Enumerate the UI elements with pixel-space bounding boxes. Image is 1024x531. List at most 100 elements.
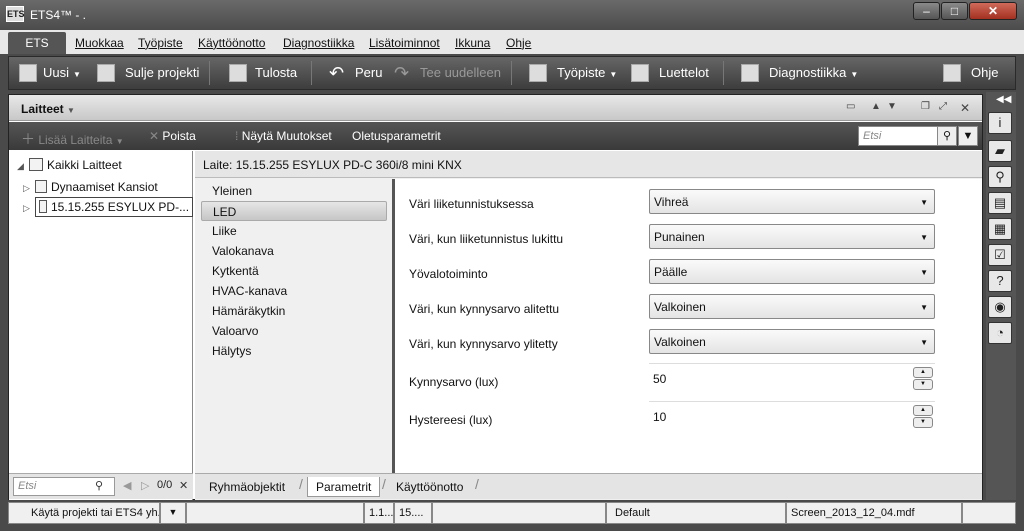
- param-dropdown[interactable]: Punainen ▼: [649, 224, 935, 249]
- search-icon[interactable]: ⚲: [988, 166, 1012, 188]
- record-icon[interactable]: ◉: [988, 296, 1012, 318]
- param-dropdown[interactable]: Valkoinen ▼: [649, 329, 935, 354]
- window-icon[interactable]: ▤: [988, 192, 1012, 214]
- param-number-input[interactable]: 50 ▲ ▼: [649, 363, 935, 391]
- help-icon[interactable]: ?: [988, 270, 1012, 292]
- undo-button[interactable]: ↶ Peru: [329, 57, 382, 89]
- tab-parametrit[interactable]: Parametrit: [307, 477, 381, 497]
- arrow-down-icon[interactable]: ▼: [887, 101, 897, 112]
- catalogs-button[interactable]: Luettelot: [631, 57, 709, 89]
- category-item-kytkenta[interactable]: Kytkentä: [201, 261, 387, 281]
- popout-icon[interactable]: ⤢: [939, 101, 947, 112]
- category-item-halytys[interactable]: Hälytys: [201, 341, 387, 361]
- device-tree: ◢ Kaikki Laitteet ▷ Dynaamiset Kansiot ▷ 15…: [9, 151, 194, 501]
- param-label: Kynnysarvo (lux): [409, 375, 499, 389]
- minimize-button[interactable]: –: [913, 2, 940, 20]
- search-icon[interactable]: ⚲: [95, 479, 103, 492]
- catalogs-label: Luettelot: [659, 65, 709, 80]
- panel-title[interactable]: Laitteet ▼: [21, 102, 75, 116]
- default-params-button[interactable]: Oletusparametrit: [352, 129, 441, 143]
- checklist-icon[interactable]: ☑: [988, 244, 1012, 266]
- spin-up-icon[interactable]: ▲: [913, 367, 933, 378]
- restore-icon[interactable]: ❐: [921, 101, 930, 112]
- tree-item-device[interactable]: ▷ 15.15.255 ESYLUX PD-...: [23, 197, 194, 217]
- diagnostics-icon: [741, 64, 759, 82]
- collapse-sidebar-icon[interactable]: ◀◀: [996, 94, 1011, 105]
- separator-icon: ⁞: [235, 129, 239, 143]
- chevron-down-icon: ▼: [73, 70, 81, 79]
- category-item-led[interactable]: LED: [201, 201, 387, 221]
- spin-up-icon[interactable]: ▲: [913, 405, 933, 416]
- show-changes-button[interactable]: ⁞ Näytä Muutokset: [235, 129, 332, 143]
- category-item-valokanava[interactable]: Valokanava: [201, 241, 387, 261]
- menu-ohje[interactable]: Ohje: [506, 36, 531, 50]
- menu-ikkuna[interactable]: Ikkuna: [455, 36, 490, 50]
- collapse-icon[interactable]: ▷: [23, 183, 35, 194]
- collapse-icon[interactable]: ▷: [23, 203, 35, 214]
- new-button[interactable]: Uusi ▼: [19, 57, 81, 89]
- help-button[interactable]: Ohje: [943, 57, 998, 89]
- close-project-button[interactable]: Sulje projekti: [97, 57, 199, 89]
- expand-icon[interactable]: ◢: [17, 161, 29, 172]
- delete-button[interactable]: ✕ Poista: [149, 129, 196, 143]
- ets-app-icon: ETS: [6, 6, 25, 22]
- param-dropdown[interactable]: Vihreä ▼: [649, 189, 935, 214]
- folder-search-icon: [35, 180, 47, 193]
- panel-search-input[interactable]: Etsi: [858, 126, 938, 146]
- menu-tyopiste[interactable]: Työpiste: [138, 36, 183, 50]
- info-icon[interactable]: i: [988, 112, 1012, 134]
- prev-icon[interactable]: ◀: [123, 479, 131, 492]
- menu-diagnostiikka[interactable]: Diagnostiikka: [283, 36, 354, 50]
- minimize-icon: –: [923, 4, 930, 18]
- chevron-down-icon: ▼: [920, 268, 928, 277]
- chevron-down-icon: ▼: [920, 338, 928, 347]
- category-item-yleinen[interactable]: Yleinen: [201, 181, 387, 201]
- chevron-down-icon: ▼: [609, 70, 618, 79]
- param-dropdown[interactable]: Valkoinen ▼: [649, 294, 935, 319]
- category-item-valoarvo[interactable]: Valoarvo: [201, 321, 387, 341]
- workspace-icon: [529, 64, 547, 82]
- tab-ryhmaobjektit[interactable]: Ryhmäobjektit: [201, 477, 293, 497]
- spin-down-icon[interactable]: ▼: [913, 379, 933, 390]
- clock-icon[interactable]: ◔: [988, 322, 1012, 344]
- category-item-hamarakytkin[interactable]: Hämäräkytkin: [201, 301, 387, 321]
- redo-label: Tee uudelleen: [420, 65, 501, 80]
- status-dropdown-button[interactable]: ▼: [160, 502, 186, 524]
- arrow-up-icon[interactable]: ▲: [871, 101, 881, 112]
- tab-kayttoonotto[interactable]: Käyttöönotto: [388, 477, 471, 497]
- menu-bar: ETS Muokkaa Työpiste Käyttöönotto Diagno…: [0, 30, 1024, 54]
- tab-separator: /: [299, 476, 303, 492]
- status-hint: Käytä projekti tai ETS4 yh...: [8, 502, 160, 524]
- diagnostics-button[interactable]: Diagnostiikka ▼: [741, 57, 858, 89]
- add-devices-button[interactable]: ＋ Lisää Laitteita ▼: [21, 129, 124, 149]
- tree-item-all-devices[interactable]: ◢ Kaikki Laitteet: [17, 158, 122, 172]
- redo-button[interactable]: ↷ Tee uudelleen: [394, 57, 501, 89]
- search-icon[interactable]: ⚲: [937, 126, 957, 146]
- param-number-input[interactable]: 10 ▲ ▼: [649, 401, 935, 429]
- print-button[interactable]: Tulosta: [229, 57, 297, 89]
- category-item-hvac[interactable]: HVAC-kanava: [201, 281, 387, 301]
- filter-icon[interactable]: ▼: [958, 126, 978, 146]
- menu-muokkaa[interactable]: Muokkaa: [75, 36, 124, 50]
- next-icon[interactable]: ▷: [141, 479, 149, 492]
- pin-icon[interactable]: ▭: [846, 101, 855, 112]
- category-item-liike[interactable]: Liike: [201, 221, 387, 241]
- workspace-button[interactable]: Työpiste ▼: [529, 57, 617, 89]
- maximize-button[interactable]: □: [941, 2, 968, 20]
- tree-item-dynamic-folders[interactable]: ▷ Dynaamiset Kansiot: [23, 180, 158, 194]
- clear-icon[interactable]: ✕: [179, 479, 188, 492]
- printer-icon: [229, 64, 247, 82]
- close-panel-icon[interactable]: ✕: [960, 101, 970, 115]
- menu-kayttoonotto[interactable]: Käyttöönotto: [198, 36, 265, 50]
- spin-down-icon[interactable]: ▼: [913, 417, 933, 428]
- folder-icon[interactable]: ▰: [988, 140, 1012, 162]
- plus-icon: ＋: [21, 131, 35, 147]
- close-project-label: Sulje projekti: [125, 65, 200, 80]
- param-dropdown[interactable]: Päälle ▼: [649, 259, 935, 284]
- menu-lisatoiminnot[interactable]: Lisätoiminnot: [369, 36, 440, 50]
- menu-ets[interactable]: ETS: [8, 32, 66, 54]
- status-bar: Käytä projekti tai ETS4 yh... ▼ 1.1... 1…: [0, 500, 1024, 531]
- close-button[interactable]: ✕: [969, 2, 1017, 20]
- undo-label: Peru: [355, 65, 383, 80]
- book-icon[interactable]: ▦: [988, 218, 1012, 240]
